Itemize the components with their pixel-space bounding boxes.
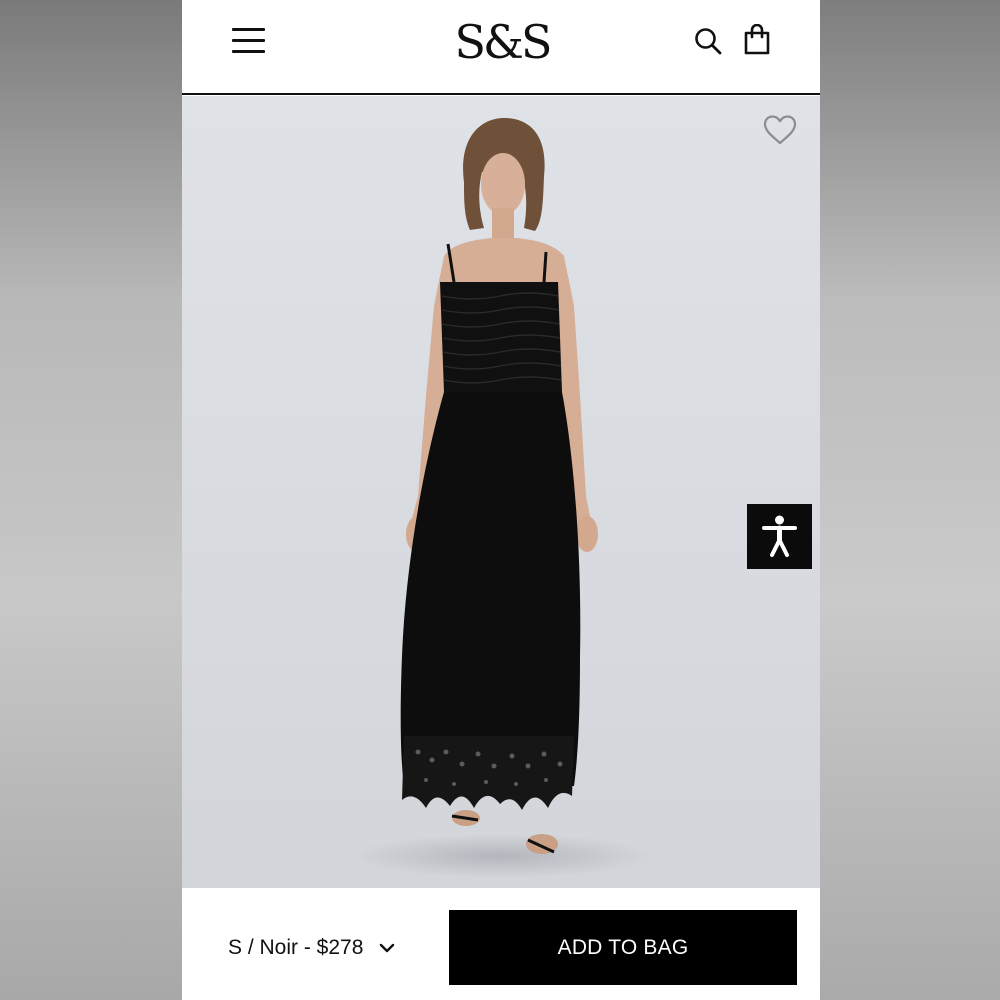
heart-outline-icon[interactable] <box>762 114 798 146</box>
variant-select[interactable]: S / Noir - $278 <box>210 910 435 985</box>
shopping-bag-icon[interactable] <box>742 24 772 56</box>
add-to-bag-button[interactable]: ADD TO BAG <box>449 910 797 985</box>
hamburger-menu-icon[interactable] <box>232 26 266 54</box>
search-icon[interactable] <box>693 26 723 56</box>
site-header: S&S <box>182 0 820 95</box>
variant-label: S / Noir - $278 <box>228 935 364 959</box>
purchase-bar: S / Noir - $278 ADD TO BAG <box>182 888 820 1000</box>
accessibility-button[interactable] <box>747 504 812 569</box>
chevron-down-icon <box>380 943 395 952</box>
mobile-viewport: S&S S / Noir - $278 ADD TO BAG <box>182 0 820 1000</box>
right-backdrop <box>820 0 1000 1000</box>
model-photo <box>182 96 820 888</box>
product-image[interactable] <box>182 96 820 888</box>
accessibility-person-icon <box>762 515 797 557</box>
left-backdrop <box>0 0 182 1000</box>
brand-logo[interactable]: S&S <box>422 12 582 72</box>
